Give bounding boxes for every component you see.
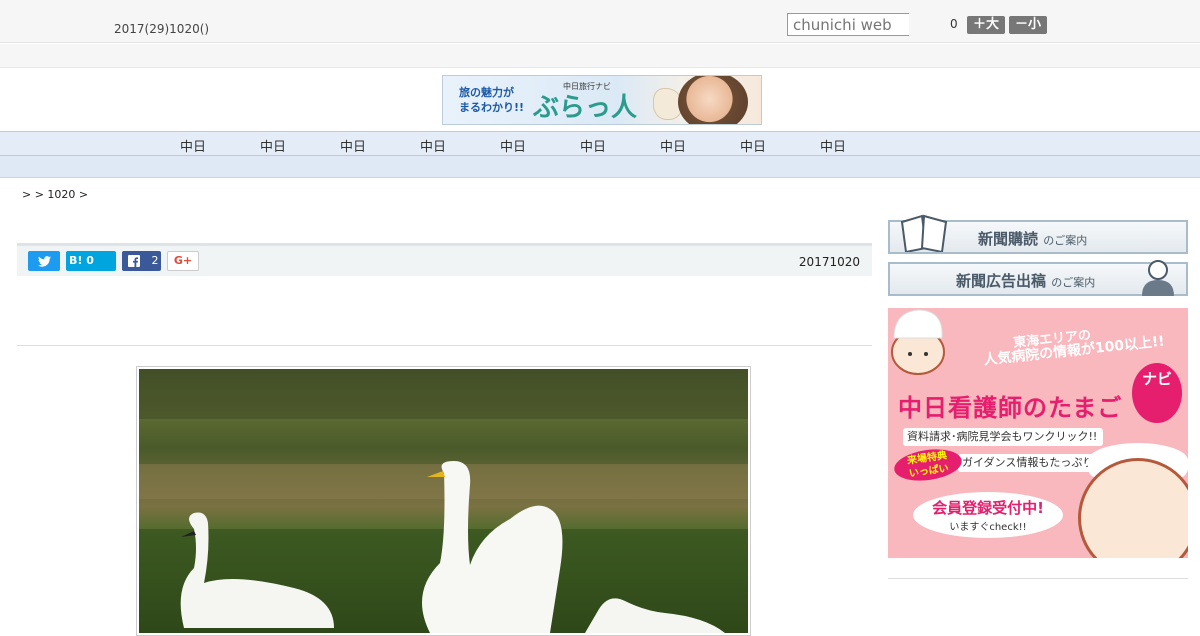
current-date: 2017(29)1020() [114,22,210,36]
facebook-count: 2 [151,254,159,267]
google-plus-share-button[interactable]: G+ [167,251,199,271]
banner-brand: ぶらっ人 [533,93,638,123]
article-photo [136,366,751,636]
nav-item[interactable]: 中日 [420,136,446,155]
ad-navi-badge: ナビ [1132,363,1182,423]
ad-bubble-main: 会員登録受付中! [932,499,1044,517]
font-larger-button[interactable]: ＋大 [967,16,1005,34]
hatena-bookmark-button[interactable]: B! 0 [66,251,116,271]
chef-character-icon [891,309,945,375]
facebook-icon [128,255,140,267]
ad-bonus-badge: 来場特典 いっぱい [892,445,964,485]
newspaper-subscription-button[interactable]: 新聞購読 のご案内 [888,214,1188,254]
font-size-value: 0 [950,17,958,31]
article-date: 20171020 [798,255,860,269]
content-divider [17,345,872,346]
ad-bubble: 会員登録受付中! いますぐcheck!! [913,492,1063,538]
search-input[interactable] [787,13,909,36]
sub-nav [0,156,1200,178]
nav-item[interactable]: 中日 [820,136,846,155]
ad-title: 中日看護師のたまご [898,394,1123,422]
ad-pill1: 資料請求･病院見学会もワンクリック!! [903,428,1103,446]
travel-banner-ad[interactable]: 旅の魅力が まるわかり!! 中日旅行ナビ ぶらっ人 [442,75,762,125]
nav-item[interactable]: 中日 [500,136,526,155]
swans-illustration [139,369,748,633]
nav-item[interactable]: 中日 [260,136,286,155]
nav-item[interactable]: 中日 [180,136,206,155]
subscription-label: 新聞購読 のご案内 [978,230,1088,248]
twitter-icon [37,255,51,267]
nav-item[interactable]: 中日 [580,136,606,155]
advertising-label: 新聞広告出稿 のご案内 [956,272,1096,290]
breadcrumb[interactable]: > > 1020 > [22,188,88,201]
newspaper-advertising-button[interactable]: 新聞広告出稿 のご案内 [888,260,1188,296]
person-icon [1142,260,1174,296]
nav-item[interactable]: 中日 [740,136,766,155]
nav-item[interactable]: 中日 [660,136,686,155]
ad-pill2: ガイダンス情報もたっぷり!! [958,454,1106,472]
twitter-share-button[interactable] [28,251,60,271]
nurse-navi-ad[interactable]: 東海エリアの 人気病院の情報が100以上!! 中日看護師のたまご ナビ 資料請求… [888,308,1188,558]
share-bar: B! 0 2 G+ 20171020 [17,243,872,276]
top-header: 2017(29)1020() 0 ＋大 －小 [0,0,1200,43]
main-nav: 中日 中日 中日 中日 中日 中日 中日 中日 中日 [0,131,1200,156]
header-band [0,44,1200,68]
ad-bubble-sub: いますぐcheck!! [949,522,1027,533]
book-icon [900,214,948,252]
font-smaller-button[interactable]: －小 [1009,16,1047,34]
banner-tagline: 旅の魅力が まるわかり!! [459,86,525,114]
swans-photo [139,369,748,633]
woman-photo [678,76,748,124]
nav-item[interactable]: 中日 [340,136,366,155]
sidebar-divider [888,578,1188,579]
facebook-share-button[interactable]: 2 [122,251,161,271]
